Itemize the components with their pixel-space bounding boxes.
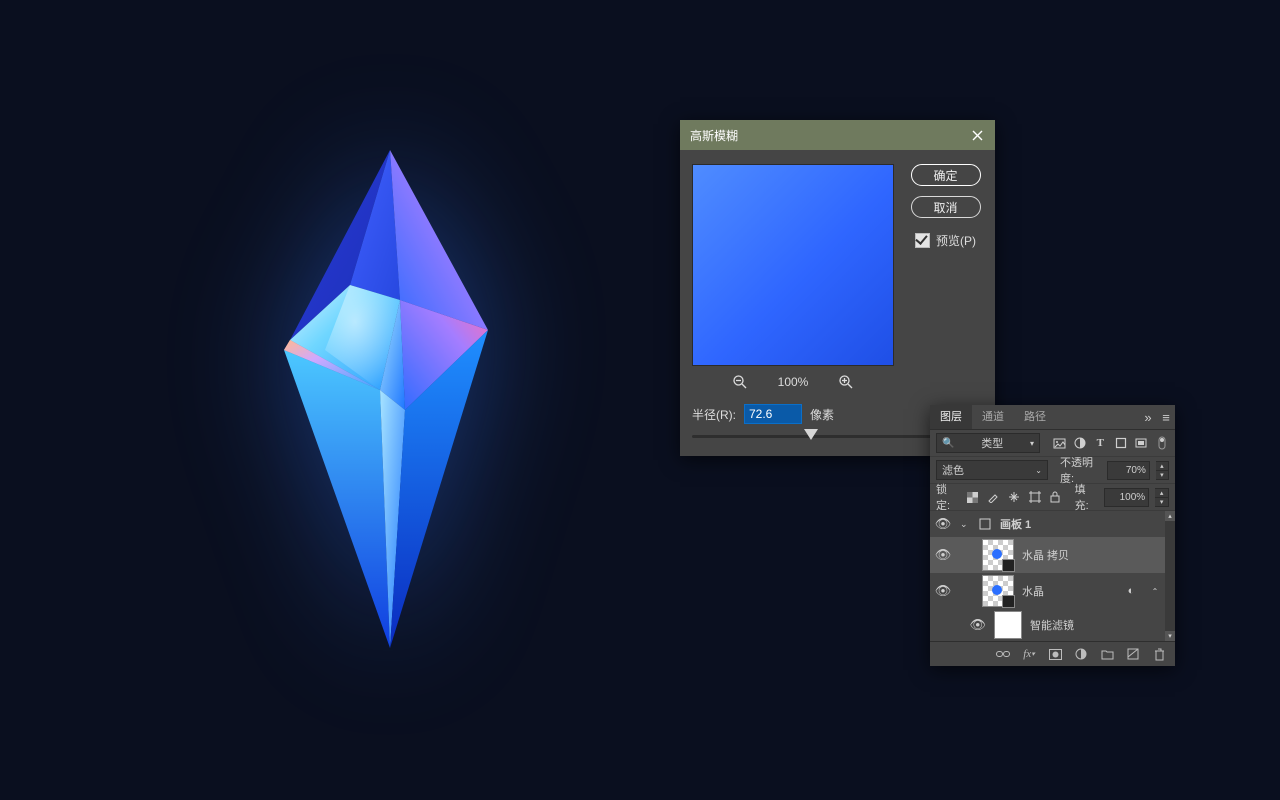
collapse-icon[interactable]: » — [1139, 410, 1157, 425]
close-icon[interactable] — [969, 127, 985, 143]
lock-position-icon[interactable] — [1006, 489, 1021, 505]
link-layers-icon[interactable] — [995, 646, 1011, 662]
lock-transparent-icon[interactable] — [965, 489, 980, 505]
fill-input[interactable]: 100% — [1104, 488, 1149, 507]
zoom-out-icon[interactable] — [730, 372, 750, 392]
lock-all-icon[interactable] — [1048, 489, 1063, 505]
filter-pixel-icon[interactable] — [1052, 435, 1067, 451]
preview-checkbox[interactable] — [915, 233, 930, 248]
opacity-stepper[interactable]: ▴▾ — [1156, 461, 1169, 480]
chevron-down-icon: ▾ — [1030, 439, 1034, 448]
chevron-down-icon: ⌄ — [1035, 466, 1042, 475]
layer-list: 👁 ⌄ 画板 1 👁 水晶 拷贝 👁 水晶 ◐ ⌃ 👁 智能滤镜 — [930, 511, 1175, 641]
preview-checkbox-label: 预览(P) — [936, 232, 976, 249]
ok-button[interactable]: 确定 — [911, 164, 981, 186]
adjustment-layer-icon[interactable] — [1073, 646, 1089, 662]
filter-smart-icon[interactable] — [1134, 435, 1149, 451]
panel-footer: fx▾ — [930, 641, 1175, 666]
crystal-artwork — [230, 140, 530, 660]
filter-effects-icon[interactable]: ◐ — [1123, 583, 1139, 599]
disclosure-icon[interactable]: ⌄ — [960, 519, 970, 530]
filter-label: 类型 — [981, 435, 1003, 451]
zoom-level: 100% — [778, 375, 809, 389]
tab-channels[interactable]: 通道 — [972, 405, 1014, 429]
layer-row[interactable]: 👁 水晶 ◐ ⌃ — [930, 573, 1175, 609]
fill-stepper[interactable]: ▴▾ — [1155, 488, 1169, 507]
tab-paths[interactable]: 路径 — [1014, 405, 1056, 429]
cancel-button[interactable]: 取消 — [911, 196, 981, 218]
smart-object-badge-icon — [1002, 559, 1015, 572]
visibility-toggle[interactable]: 👁 — [934, 516, 952, 532]
blend-mode-value: 滤色 — [942, 462, 964, 478]
layer-name[interactable]: 水晶 拷贝 — [1022, 547, 1069, 563]
visibility-toggle[interactable]: 👁 — [934, 583, 952, 599]
layer-style-icon[interactable]: fx▾ — [1021, 646, 1037, 662]
filter-type-icon[interactable]: T — [1093, 435, 1108, 451]
new-group-icon[interactable] — [1099, 646, 1115, 662]
artboard-frame-icon — [978, 517, 992, 531]
layer-name[interactable]: 智能滤镜 — [1030, 617, 1074, 633]
preview-image[interactable] — [692, 164, 894, 366]
artboard-name: 画板 1 — [1000, 516, 1031, 532]
filter-adjust-icon[interactable] — [1073, 435, 1088, 451]
layer-row[interactable]: 👁 智能滤镜 — [930, 609, 1175, 641]
tab-layers[interactable]: 图层 — [930, 405, 972, 429]
radius-label: 半径(R): — [692, 406, 736, 423]
scroll-up-icon[interactable]: ▴ — [1165, 511, 1175, 521]
layer-name[interactable]: 水晶 — [1022, 583, 1044, 599]
radius-unit: 像素 — [810, 406, 834, 423]
zoom-in-icon[interactable] — [836, 372, 856, 392]
dialog-titlebar[interactable]: 高斯模糊 — [680, 120, 995, 150]
lock-label: 锁定: — [936, 481, 959, 513]
layer-row[interactable]: 👁 水晶 拷贝 — [930, 537, 1175, 573]
panel-menu-icon[interactable]: ≡ — [1157, 410, 1175, 425]
fill-label: 填充: — [1075, 481, 1098, 513]
visibility-toggle[interactable]: 👁 — [934, 547, 952, 563]
layer-filter-select[interactable]: 🔍 类型 ▾ — [936, 433, 1040, 453]
layers-panel: 图层 通道 路径 » ≡ 🔍 类型 ▾ T 滤色 ⌄ 不透明度: 70% ▴▾ … — [930, 405, 1175, 666]
slider-thumb[interactable] — [804, 429, 818, 440]
layer-scrollbar[interactable]: ▴ ▾ — [1165, 511, 1175, 641]
filter-toggle-icon[interactable] — [1155, 435, 1170, 451]
layer-thumbnail[interactable] — [982, 539, 1014, 571]
visibility-toggle[interactable]: 👁 — [960, 617, 986, 633]
layer-thumbnail[interactable] — [982, 575, 1014, 607]
layer-mask-icon[interactable] — [1047, 646, 1063, 662]
lock-paint-icon[interactable] — [986, 489, 1001, 505]
expand-effects-icon[interactable]: ⌃ — [1147, 583, 1163, 599]
blend-mode-select[interactable]: 滤色 ⌄ — [936, 460, 1048, 480]
artboard-row[interactable]: 👁 ⌄ 画板 1 — [930, 511, 1175, 537]
canvas-background — [0, 0, 1280, 800]
filter-shape-icon[interactable] — [1114, 435, 1129, 451]
smart-object-badge-icon — [1002, 595, 1015, 608]
opacity-input[interactable]: 70% — [1107, 461, 1150, 480]
lock-artboard-icon[interactable] — [1027, 489, 1042, 505]
radius-input[interactable] — [744, 404, 802, 424]
new-layer-icon[interactable] — [1125, 646, 1141, 662]
delete-layer-icon[interactable] — [1151, 646, 1167, 662]
dialog-title: 高斯模糊 — [690, 127, 738, 144]
filter-mask-thumbnail[interactable] — [994, 611, 1022, 639]
scroll-down-icon[interactable]: ▾ — [1165, 631, 1175, 641]
